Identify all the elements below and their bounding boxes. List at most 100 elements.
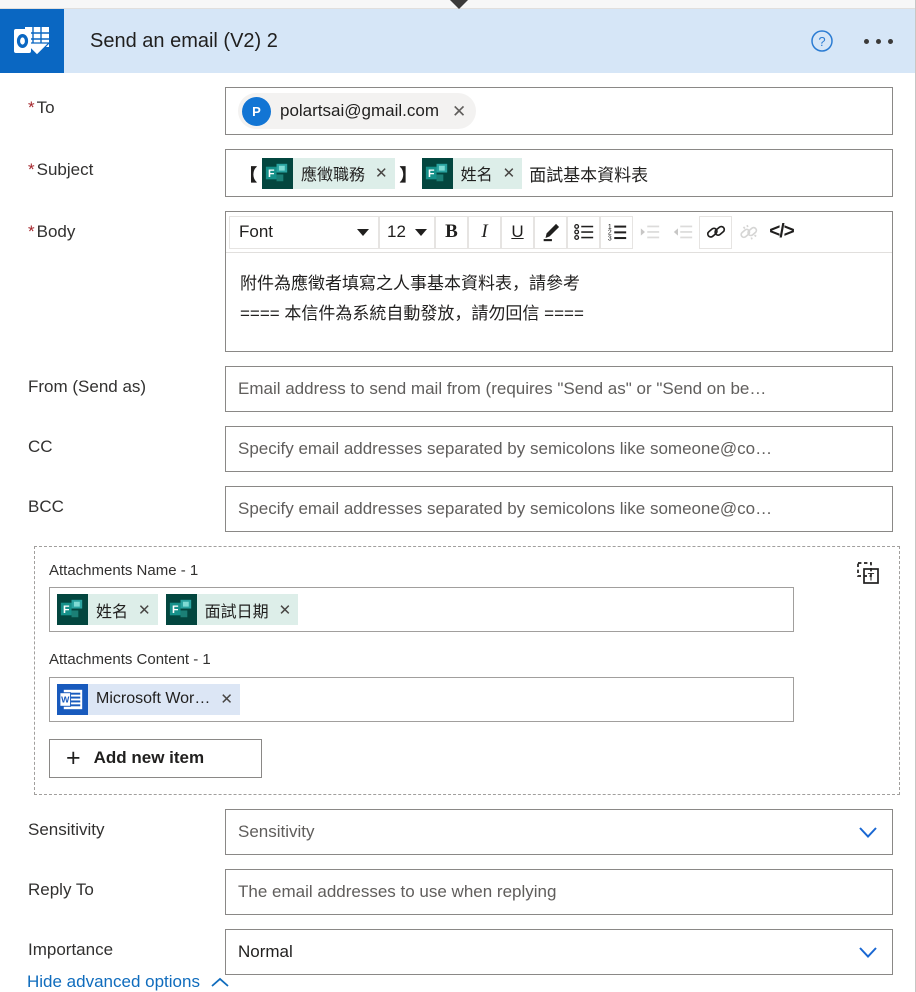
card-header: Send an email (V2) 2 ? [0,9,915,73]
insert-link-button[interactable] [699,215,732,249]
outlook-icon [0,9,64,73]
reply-to-label: Reply To [28,879,94,899]
attachments-content-input[interactable]: W Microsoft Wor… ✕ [49,676,794,722]
attachment-content-token-1[interactable]: W Microsoft Wor… ✕ [57,683,240,715]
highlight-button[interactable] [534,215,567,249]
code-view-button[interactable]: </> [765,216,798,249]
sensitivity-field[interactable]: Sensitivity [225,808,893,855]
chevron-down-icon[interactable] [856,820,880,844]
hide-advanced-options-label: Hide advanced options [27,972,200,991]
field-row-sensitivity: Sensitivity Sensitivity [28,808,893,855]
bcc-input[interactable]: Specify email addresses separated by sem… [225,486,893,532]
remove-token-icon[interactable]: ✕ [220,690,233,708]
required-marker: * [28,222,35,241]
svg-text:F: F [428,167,435,179]
subject-label: * Subject [28,160,94,179]
required-marker: * [28,160,35,179]
collapse-caret-icon[interactable] [450,0,468,9]
switch-to-text-mode-icon[interactable]: T [855,560,881,586]
chevron-down-icon[interactable] [856,940,880,964]
cc-input[interactable]: Specify email addresses separated by sem… [225,426,893,472]
editor-toolbar: Font 12 B I U 1 2 3 </> [226,212,892,253]
attachments-name-input[interactable]: F 姓名 ✕ F 面試日期 ✕ [49,587,794,633]
email-form: * To P polartsai@gmail.com ✕ * Subject 【… [0,73,915,989]
add-new-item-label: Add new item [93,748,205,767]
numbered-list-button[interactable]: 1 2 3 [600,215,633,249]
field-row-bcc: BCC Specify email addresses separated by… [28,486,893,532]
sensitivity-placeholder: Sensitivity [238,821,315,841]
dynamic-token-applied-position[interactable]: F 應徵職務 ✕ [262,157,395,189]
highlighter-pen-icon [543,223,559,242]
bcc-placeholder: Specify email addresses separated by sem… [238,499,773,518]
insert-link-icon [706,225,725,238]
plus-icon: + [66,743,81,772]
required-marker: * [28,98,35,117]
send-email-action-card: Send an email (V2) 2 ? * To P polartsai@g… [0,0,916,992]
bcc-field[interactable]: Specify email addresses separated by sem… [225,486,893,532]
to-label: * To [28,98,55,117]
field-row-from: From (Send as) Email address to send mai… [28,366,893,412]
from-input[interactable]: Email address to send mail from (require… [225,366,893,412]
remove-link-button[interactable] [732,216,765,249]
chevron-down-icon [415,228,427,236]
to-field[interactable]: P polartsai@gmail.com ✕ [225,87,893,135]
microsoft-forms-icon: F [262,157,293,189]
bulleted-list-icon [573,224,593,240]
subject-field[interactable]: 【 F 應徵職務 ✕ 】 F 姓名 ✕ 面試基本資料表 [225,149,893,197]
recipient-pill[interactable]: P polartsai@gmail.com ✕ [238,93,477,129]
ellipsis-icon[interactable] [864,38,893,44]
numbered-list-icon: 1 2 3 [607,224,626,242]
importance-dropdown[interactable]: Normal [225,928,893,975]
sensitivity-dropdown[interactable]: Sensitivity [225,808,893,855]
field-row-to: * To P polartsai@gmail.com ✕ [28,87,893,135]
underline-button[interactable]: U [501,215,534,249]
body-line-1: 附件為應徵者填寫之人事基本資料表，請參考 [240,274,580,293]
remove-token-icon[interactable]: ✕ [375,164,388,182]
token-label: Microsoft Wor… [96,690,211,707]
subject-open-bracket: 【 [240,165,257,185]
token-label: 面試日期 [204,603,269,621]
help-circle-icon[interactable]: ? [810,29,834,53]
remove-token-icon[interactable]: ✕ [503,164,516,182]
reply-to-input[interactable]: The email addresses to use when replying [225,868,893,915]
decrease-indent-button[interactable] [666,216,699,249]
recipient-email: polartsai@gmail.com [280,101,439,120]
attachment-name-token-1[interactable]: F 姓名 ✕ [57,594,158,626]
increase-indent-button[interactable] [633,216,666,249]
font-size-value: 12 [387,222,406,241]
remove-token-icon[interactable]: ✕ [279,601,292,619]
attachment-name-token-2[interactable]: F 面試日期 ✕ [165,594,299,626]
cc-field[interactable]: Specify email addresses separated by sem… [225,426,893,472]
header-actions: ? [810,29,915,53]
remove-token-icon[interactable]: ✕ [138,601,151,619]
body-field[interactable]: Font 12 B I U 1 2 3 </> 附件為應徵者填寫之人事基本資料表… [225,211,893,352]
decrease-indent-icon [673,225,692,239]
svg-text:F: F [63,604,70,616]
rich-text-editor[interactable]: Font 12 B I U 1 2 3 </> 附件為應徵者填寫之人事基本資料表… [225,211,893,352]
field-row-importance: Importance Normal [28,928,893,975]
remove-link-icon [739,224,757,240]
field-row-cc: CC Specify email addresses separated by … [28,426,893,472]
dynamic-token-name[interactable]: F 姓名 ✕ [421,157,523,189]
font-family-dropdown[interactable]: Font [229,215,379,249]
hide-advanced-options-link[interactable]: Hide advanced options [27,972,230,992]
subject-trailing-text: 面試基本資料表 [529,165,649,185]
reply-to-field[interactable]: The email addresses to use when replying [225,868,893,915]
subject-input-box[interactable]: 【 F 應徵職務 ✕ 】 F 姓名 ✕ 面試基本資料表 [225,149,893,197]
sensitivity-label: Sensitivity [28,819,105,839]
add-new-item-button[interactable]: + Add new item [49,738,262,778]
from-field[interactable]: Email address to send mail from (require… [225,366,893,412]
token-label: 姓名 [460,167,493,184]
remove-recipient-icon[interactable]: ✕ [448,103,470,120]
body-content[interactable]: 附件為應徵者填寫之人事基本資料表，請參考 ==== 本信件為系統自動發放，請勿回… [226,253,892,351]
bcc-label: BCC [28,497,64,516]
page-title: Send an email (V2) 2 [90,29,278,52]
from-placeholder: Email address to send mail from (require… [238,379,767,398]
attachments-content-label: Attachments Content - 1 [49,651,211,669]
importance-field[interactable]: Normal [225,928,893,975]
font-size-dropdown[interactable]: 12 [379,215,435,249]
to-input-box[interactable]: P polartsai@gmail.com ✕ [225,87,893,135]
bold-button[interactable]: B [435,215,468,249]
bulleted-list-button[interactable] [567,215,600,249]
italic-button[interactable]: I [468,215,501,249]
